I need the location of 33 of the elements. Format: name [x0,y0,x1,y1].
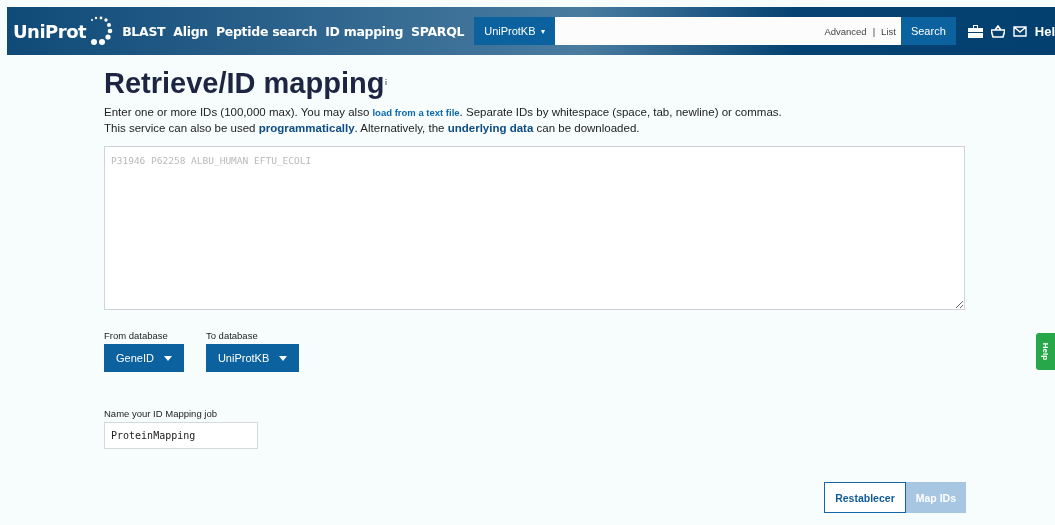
separator: | [872,25,876,37]
search-button[interactable]: Search [900,17,956,45]
page-title: Retrieve/ID mapping [104,67,385,100]
search-field[interactable]: Advanced | List [554,17,901,45]
caret-icon [163,355,172,361]
toolbox-icon[interactable] [967,24,983,38]
text-link[interactable]: underlying data [447,122,534,134]
database-dropdown[interactable]: UniProtKB [205,344,300,372]
ids-input-field[interactable]: P31946 P62258 ALBU_HUMAN EFTU_ECOLI [104,146,965,310]
text-link[interactable]: programmatically [258,122,355,134]
database-dropdown[interactable]: GeneID [104,344,184,372]
basket-icon[interactable] [990,24,1005,38]
text-link[interactable]: load from a text file [372,107,460,118]
nav-link[interactable]: Align [173,23,208,39]
field-label: From database [104,330,169,341]
nav-link[interactable]: ID mapping [325,23,404,39]
header-link[interactable]: Hel [1034,23,1055,39]
instructions-text: This service can also be used programmatically. Alternatively, the underlying data can be downloaded. [104,122,641,134]
list-link[interactable]: List [881,25,896,37]
field-label: To database [205,330,259,341]
nav-link[interactable]: BLAST [122,23,166,39]
database-select[interactable]: UniProtKB ▾ [474,17,555,45]
job-name-field[interactable]: ProteinMapping [104,422,258,449]
logo-text[interactable]: UniProt [13,20,87,42]
nav-link[interactable]: Peptide search [215,23,318,39]
reset-button[interactable]: Restablecer [824,482,906,513]
field-label: Name your ID Mapping job [104,408,218,419]
instructions-text: Enter one or more IDs (100,000 max). You may also load from a text file. Separate IDs by whitespace (space, tab, newline) or commas. [104,106,783,118]
nav-link[interactable]: SPARQL [411,23,465,39]
advanced-link[interactable]: Advanced [824,25,867,37]
caret-icon: ▾ [540,26,545,36]
mail-icon[interactable] [1012,25,1027,37]
caret-icon [279,355,288,361]
